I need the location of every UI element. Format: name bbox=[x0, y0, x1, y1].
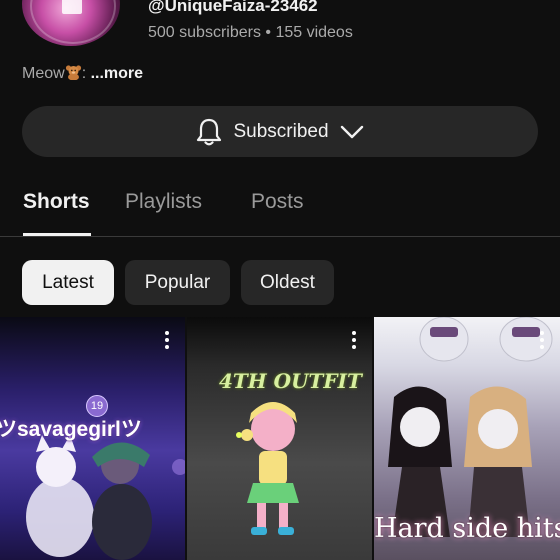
short-2-caption: 4TH OUTFIT bbox=[219, 369, 362, 393]
description-separator: : bbox=[81, 65, 87, 82]
channel-tabs: Shorts Playlists Posts bbox=[0, 180, 560, 237]
short-thumbnail-1[interactable]: 19 ツsavagegirlツ bbox=[0, 317, 185, 560]
short-1-more-options-icon[interactable] bbox=[165, 331, 169, 352]
tab-shorts[interactable]: Shorts bbox=[23, 190, 90, 214]
channel-avatar[interactable] bbox=[22, 0, 120, 46]
subscribed-button[interactable]: Subscribed bbox=[22, 106, 538, 157]
short-thumbnail-2[interactable]: 4TH OUTFIT bbox=[187, 317, 372, 560]
short-2-artwork bbox=[236, 402, 299, 535]
filter-popular[interactable]: Popular bbox=[125, 260, 230, 305]
short-2-more-options-icon[interactable] bbox=[352, 331, 356, 352]
teddy-bear-emoji-icon bbox=[65, 65, 82, 81]
filter-oldest[interactable]: Oldest bbox=[241, 260, 334, 305]
short-thumbnail-3[interactable]: Hard side hits bbox=[374, 317, 560, 560]
filter-latest[interactable]: Latest bbox=[22, 260, 114, 305]
tab-playlists[interactable]: Playlists bbox=[125, 190, 202, 214]
active-tab-indicator bbox=[23, 233, 91, 236]
description-text: Meow bbox=[22, 65, 65, 82]
subscribed-label: Subscribed bbox=[233, 120, 329, 142]
short-3-caption: Hard side hits bbox=[374, 513, 560, 544]
avatar-figure bbox=[62, 0, 82, 14]
bell-icon bbox=[195, 117, 223, 147]
short-3-more-options-icon[interactable] bbox=[540, 331, 544, 352]
tab-posts[interactable]: Posts bbox=[251, 190, 304, 214]
chevron-down-icon bbox=[339, 123, 365, 141]
channel-stats: 500 subscribers • 155 videos bbox=[148, 24, 353, 41]
short-1-caption: ツsavagegirlツ bbox=[0, 418, 142, 441]
channel-handle: @UniqueFaiza-23462 bbox=[148, 0, 318, 15]
more-link[interactable]: ...more bbox=[91, 65, 143, 82]
channel-description[interactable]: Meow: ...more bbox=[22, 65, 143, 83]
